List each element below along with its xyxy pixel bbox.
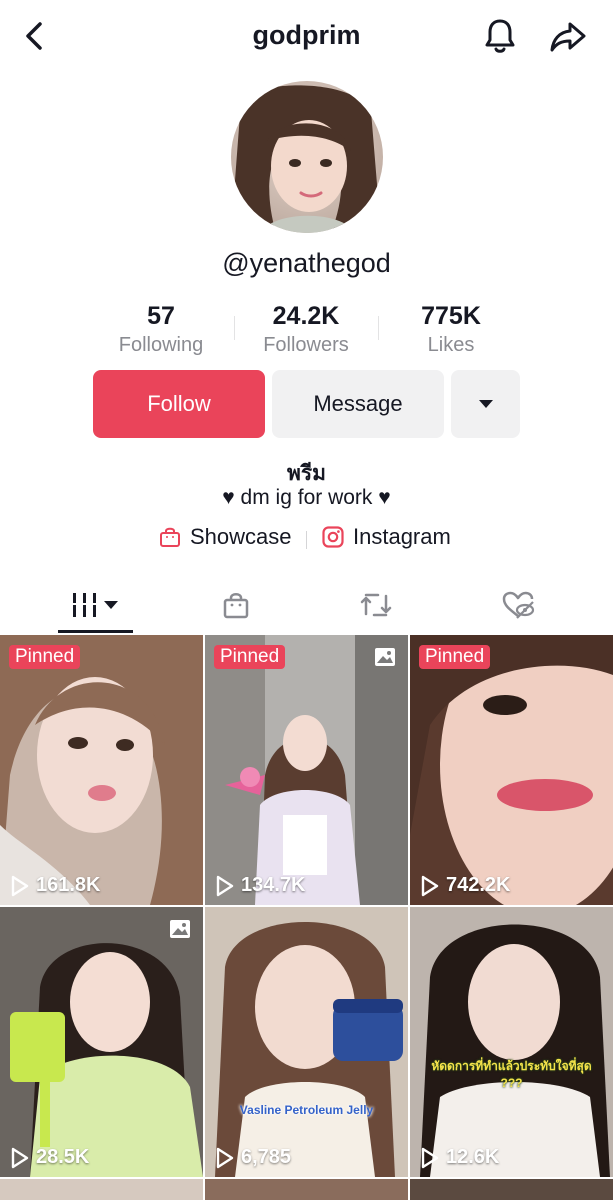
showcase-label: Showcase [190,524,292,549]
thumbnail-image [0,907,203,1177]
stat-likes[interactable]: 775K Likes [381,302,521,357]
follow-button[interactable]: Follow [93,370,265,438]
tab-liked[interactable] [488,576,548,634]
top-bar: godprim [0,0,613,72]
repost-icon [360,593,392,617]
link-divider [306,531,307,549]
likes-count: 775K [421,302,481,330]
active-tab-indicator [58,630,133,633]
play-icon [11,875,29,896]
video-thumbnail[interactable] [205,1179,408,1200]
shop-bag-icon [223,593,249,619]
showcase-link[interactable]: Showcase [158,524,292,550]
avatar[interactable] [231,81,383,233]
video-thumbnail[interactable] [410,1179,613,1200]
message-button[interactable]: Message [272,370,444,438]
play-icon [421,875,439,896]
profile-links: Showcase Instagram [0,524,613,556]
thumbnail-image [205,635,408,905]
video-grid: Pinned 161.8K Pinned 134.7K Pinned 742.2… [0,635,613,1200]
pinned-badge: Pinned [419,645,491,669]
video-thumbnail[interactable]: Vasline Petroleum Jelly 6,785 [205,907,408,1177]
thumbnail-image [0,635,203,905]
pinned-badge: Pinned [9,645,81,669]
liked-hidden-icon [502,591,535,619]
instagram-icon [322,526,344,548]
thumbnail-image [410,635,613,905]
tab-shop[interactable] [206,576,266,634]
page-title: godprim [252,20,361,50]
thumbnail-image [205,907,408,1177]
bell-icon[interactable] [480,16,520,56]
following-count: 57 [147,302,175,330]
view-count: 28.5K [10,1146,89,1169]
shopping-bag-icon [160,527,180,547]
view-count: 6,785 [215,1146,291,1169]
play-icon [421,1147,439,1168]
share-icon[interactable] [548,16,588,56]
photo-icon [170,920,190,938]
video-caption: หัดดการที่ทำแล้วประทับใจที่สุด ??? [431,1059,592,1090]
video-thumbnail[interactable]: Pinned 134.7K [205,635,408,905]
play-icon [216,1147,234,1168]
video-thumbnail[interactable]: Pinned 161.8K [0,635,203,905]
view-count: 161.8K [10,874,101,897]
pinned-badge: Pinned [214,645,286,669]
followers-label: Followers [263,334,349,356]
following-label: Following [118,334,204,356]
stat-following[interactable]: 57 Following [91,302,231,357]
video-grid-icon [69,593,118,617]
profile-tabs [0,576,613,634]
caret-down-icon [478,400,493,408]
play-icon [11,1147,29,1168]
video-thumbnail[interactable] [0,1179,203,1200]
followers-count: 24.2K [272,302,340,330]
instagram-link[interactable]: Instagram [321,524,451,550]
instagram-label: Instagram [353,524,451,549]
more-options-button[interactable] [451,370,520,438]
photo-icon [375,648,395,666]
view-count-text: 161.8K [36,874,101,896]
view-count-text: 28.5K [36,1146,90,1168]
likes-label: Likes [427,334,475,356]
tab-reposts[interactable] [346,576,406,634]
bio-text: ♥ dm ig for work ♥ [222,486,391,509]
video-thumbnail[interactable]: Pinned 742.2K [410,635,613,905]
profile-username: @yenathegod [222,248,391,278]
view-count-text: 12.6K [446,1146,500,1168]
stat-divider [234,316,235,340]
view-count: 134.7K [215,874,306,897]
stat-divider [378,316,379,340]
view-count-text: 6,785 [241,1146,292,1168]
stat-followers[interactable]: 24.2K Followers [236,302,376,357]
video-thumbnail[interactable]: หัดดการที่ทำแล้วประทับใจที่สุด ??? 12.6K [410,907,613,1177]
tab-videos[interactable] [58,576,133,634]
view-count: 742.2K [420,874,511,897]
view-count-text: 134.7K [241,874,306,896]
thumbnail-image [410,907,613,1177]
profile-stats: 57 Following 24.2K Followers 775K Likes [0,302,613,362]
play-icon [216,875,234,896]
view-count-text: 742.2K [446,874,511,896]
view-count: 12.6K [420,1146,499,1169]
video-thumbnail[interactable]: 28.5K [0,907,203,1177]
video-caption: Vasline Petroleum Jelly [239,1103,374,1117]
